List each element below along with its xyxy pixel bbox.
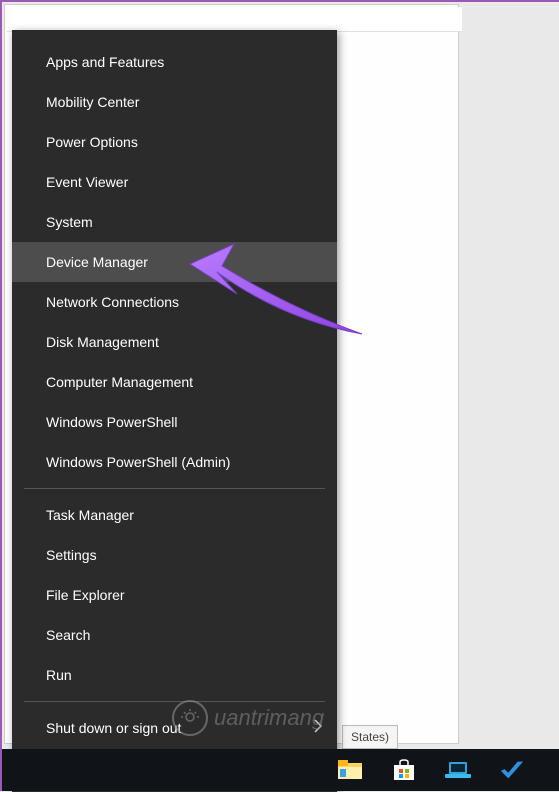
- menu-item-powershell-admin[interactable]: Windows PowerShell (Admin): [12, 442, 337, 482]
- menu-item-event-viewer[interactable]: Event Viewer: [12, 162, 337, 202]
- menu-item-run[interactable]: Run: [12, 655, 337, 695]
- menu-item-mobility-center[interactable]: Mobility Center: [12, 82, 337, 122]
- menu-separator: [24, 488, 325, 489]
- menu-item-shutdown-signout[interactable]: Shut down or sign out: [12, 708, 337, 748]
- menu-item-apps-features[interactable]: Apps and Features: [12, 42, 337, 82]
- menu-item-computer-management[interactable]: Computer Management: [12, 362, 337, 402]
- taskbar-store-icon[interactable]: [391, 757, 417, 783]
- menu-item-network-connections[interactable]: Network Connections: [12, 282, 337, 322]
- menu-item-file-explorer[interactable]: File Explorer: [12, 575, 337, 615]
- menu-separator: [24, 701, 325, 702]
- window-titlebar: [7, 7, 462, 32]
- menu-item-search[interactable]: Search: [12, 615, 337, 655]
- menu-item-task-manager[interactable]: Task Manager: [12, 495, 337, 535]
- menu-item-disk-management[interactable]: Disk Management: [12, 322, 337, 362]
- language-indicator: States): [342, 725, 398, 749]
- menu-item-settings[interactable]: Settings: [12, 535, 337, 575]
- taskbar-file-explorer-icon[interactable]: [337, 757, 363, 783]
- menu-item-powershell[interactable]: Windows PowerShell: [12, 402, 337, 442]
- menu-item-device-manager[interactable]: Device Manager: [12, 242, 337, 282]
- menu-item-system[interactable]: System: [12, 202, 337, 242]
- chevron-right-icon: [313, 719, 323, 737]
- language-text: States): [351, 730, 389, 744]
- taskbar: [2, 749, 559, 791]
- taskbar-check-icon[interactable]: [499, 757, 525, 783]
- taskbar-laptop-icon[interactable]: [445, 757, 471, 783]
- winx-context-menu: Apps and Features Mobility Center Power …: [12, 30, 337, 792]
- menu-item-power-options[interactable]: Power Options: [12, 122, 337, 162]
